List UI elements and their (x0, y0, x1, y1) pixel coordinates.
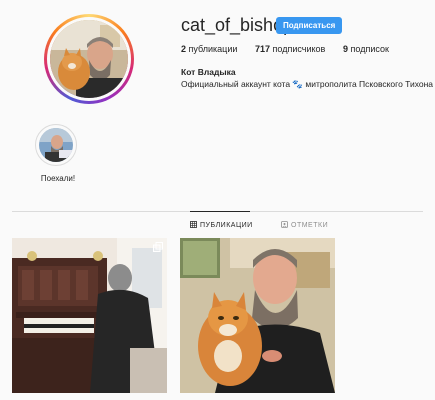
profile-bio: Официальный аккаунт кота 🐾 митрополита П… (181, 79, 434, 89)
follow-button[interactable]: Подписаться (276, 17, 343, 34)
story-highlight[interactable] (35, 124, 79, 166)
post-thumbnail-organ[interactable] (12, 238, 167, 393)
tab-posts[interactable]: ПУБЛИКАЦИИ (190, 221, 253, 230)
active-tab-indicator (190, 211, 250, 212)
tab-tagged[interactable]: ОТМЕТКИ (281, 221, 328, 230)
grid-icon (190, 221, 197, 230)
profile-avatar-ring[interactable] (44, 14, 134, 104)
story-highlight-ring[interactable] (35, 124, 77, 166)
tab-tagged-label: ОТМЕТКИ (291, 222, 329, 229)
posts-stat: 2 публикации (181, 44, 237, 54)
story-highlight-cover (39, 128, 73, 162)
following-label: подписок (350, 44, 389, 54)
followers-count: 717 (255, 44, 271, 54)
tab-posts-label: ПУБЛИКАЦИИ (200, 222, 253, 229)
followers-stat[interactable]: 717 подписчиков (255, 44, 325, 54)
post-thumbnail-cat[interactable] (180, 238, 335, 393)
posts-count: 2 (181, 44, 187, 54)
posts-label: публикации (188, 44, 238, 54)
following-count: 9 (343, 44, 349, 54)
profile-avatar[interactable] (47, 17, 131, 101)
story-highlight-label: Поехали! (40, 174, 76, 183)
followers-label: подписчиков (272, 44, 326, 54)
profile-full-name: Кот Владыка (181, 67, 236, 77)
multiple-photos-icon (153, 242, 163, 252)
following-stat[interactable]: 9 подписок (343, 44, 389, 54)
tag-icon (281, 221, 288, 230)
